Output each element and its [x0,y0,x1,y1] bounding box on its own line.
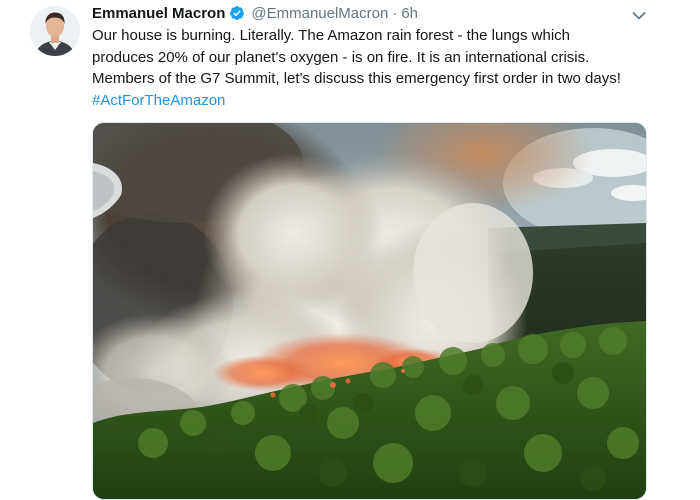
tweet-text-line: Members of the G7 Summit, let's discuss … [92,70,621,87]
tweet-text-line: Our house is burning. Literally. The Ama… [92,27,571,44]
tweet-card[interactable]: Emmanuel Macron @EmmanuelMacron · 6h Our… [0,0,700,500]
tweet-header: Emmanuel Macron @EmmanuelMacron · 6h [92,3,418,23]
tweet-media-image[interactable] [92,122,647,500]
author-handle[interactable]: @EmmanuelMacron [251,5,388,22]
amazon-fire-photo [93,123,646,499]
avatar-photo [30,6,80,56]
avatar[interactable] [30,6,80,56]
chevron-down-icon[interactable] [630,7,648,25]
tweet-text: Our house is burning. Literally. The Ama… [92,25,662,111]
tweet-timestamp[interactable]: 6h [401,5,418,22]
hashtag-link[interactable]: #ActForTheAmazon [92,90,662,112]
verified-badge-icon [229,5,245,21]
header-separator: · [392,4,398,22]
tweet-text-line: produces 20% of our planet's oxygen - is… [92,48,590,66]
author-name[interactable]: Emmanuel Macron [92,5,225,22]
